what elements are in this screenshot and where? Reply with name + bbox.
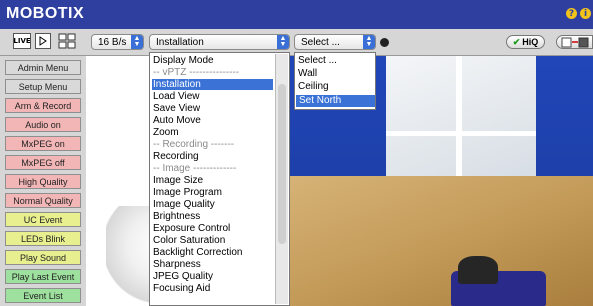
dropdown-item-image-quality[interactable]: Image Quality [153, 199, 215, 210]
sidebar-item-event-list[interactable]: Event List [5, 288, 81, 303]
sidebar-item-play-sound[interactable]: Play Sound [5, 250, 81, 265]
chevron-updown-icon: ▲ ▼ [277, 35, 289, 49]
mode-select-value: Installation [156, 36, 204, 48]
sidebar: Admin Menu Setup Menu Arm & Record Audio… [0, 56, 86, 306]
dropdown-item-backlight-correction[interactable]: Backlight Correction [153, 247, 242, 258]
dropdown-item-display-mode[interactable]: Display Mode [153, 55, 214, 66]
title-bar: MOBOTIX ? i [0, 0, 593, 29]
dropdown-item-wall[interactable]: Wall [298, 68, 317, 80]
sidebar-item-high-quality[interactable]: High Quality [5, 174, 81, 189]
dropdown-item-save-view[interactable]: Save View [153, 103, 200, 114]
play-icon [39, 36, 47, 46]
dropdown-separator-image: -- Image ------------- [153, 163, 237, 174]
dropdown-item-zoom[interactable]: Zoom [153, 127, 179, 138]
dropdown-item-focusing-aid[interactable]: Focusing Aid [153, 283, 210, 294]
rate-value: 16 B/s [98, 36, 127, 48]
record-dot-icon[interactable] [380, 38, 389, 47]
dropdown-item-jpeg-quality[interactable]: JPEG Quality [153, 271, 213, 282]
check-icon: ✔ [512, 36, 521, 47]
scrollbar-thumb[interactable] [278, 84, 286, 244]
chevron-updown-icon: ▲ ▼ [363, 35, 375, 49]
dropdown-item-exposure-control[interactable]: Exposure Control [153, 223, 230, 234]
mode-select[interactable]: Installation ▲ ▼ [149, 34, 290, 50]
dropdown-item-installation[interactable]: Installation [152, 79, 273, 90]
dropdown-item-image-size[interactable]: Image Size [153, 175, 203, 186]
sidebar-item-setup-menu[interactable]: Setup Menu [5, 79, 81, 94]
dropdown-item-load-view[interactable]: Load View [153, 91, 200, 102]
secondary-select[interactable]: Select ... ▲ ▼ [294, 34, 376, 50]
dropdown-item-ceiling[interactable]: Ceiling [298, 81, 329, 93]
play-button[interactable] [35, 33, 51, 49]
dropdown-separator-recording: -- Recording ------- [153, 139, 235, 150]
dropdown-item-auto-move[interactable]: Auto Move [153, 115, 201, 126]
dropdown-scrollbar[interactable] [275, 54, 288, 304]
sidebar-item-leds-blink[interactable]: LEDs Blink [5, 231, 81, 246]
dropdown-item-select[interactable]: Select ... [298, 55, 337, 67]
sidebar-item-mxpeg-on[interactable]: MxPEG on [5, 136, 81, 151]
hiq-label: HiQ [522, 37, 539, 47]
live-label: LIVE [13, 37, 31, 45]
dropdown-item-color-saturation[interactable]: Color Saturation [153, 235, 225, 246]
sidebar-item-mxpeg-off[interactable]: MxPEG off [5, 155, 81, 170]
sidebar-item-play-last-event[interactable]: Play Last Event [5, 269, 81, 284]
live-button[interactable]: LIVE [13, 33, 31, 49]
sidebar-item-admin-menu[interactable]: Admin Menu [5, 60, 81, 75]
grid-button[interactable] [58, 33, 76, 49]
sidebar-item-normal-quality[interactable]: Normal Quality [5, 193, 81, 208]
dropdown-separator-vptz: -- vPTZ --------------- [153, 67, 240, 78]
help-icon[interactable]: ? [566, 8, 577, 19]
title-icons: ? i [566, 8, 591, 19]
dropdown-item-recording[interactable]: Recording [153, 151, 199, 162]
info-icon[interactable]: i [580, 8, 591, 19]
mode-dropdown-list: Display Mode -- vPTZ --------------- Ins… [149, 52, 290, 306]
dropdown-item-brightness[interactable]: Brightness [153, 211, 200, 222]
secondary-select-value: Select ... [301, 36, 340, 48]
hiq-button[interactable]: ✔ HiQ [506, 35, 545, 49]
jpeg-export-icon [561, 37, 588, 47]
dropdown-item-image-program[interactable]: Image Program [153, 187, 222, 198]
jpeg-export-button[interactable] [556, 35, 593, 49]
grid-icon [58, 33, 76, 49]
app-logo: MOBOTIX [6, 5, 85, 22]
dropdown-item-set-north[interactable]: Set North [296, 95, 375, 107]
rate-select[interactable]: 16 B/s ▲ ▼ [91, 34, 144, 50]
sidebar-item-arm-record[interactable]: Arm & Record [5, 98, 81, 113]
dropdown-item-sharpness[interactable]: Sharpness [153, 259, 201, 270]
sidebar-item-uc-event[interactable]: UC Event [5, 212, 81, 227]
person [458, 256, 498, 284]
sidebar-item-audio-on[interactable]: Audio on [5, 117, 81, 132]
chevron-updown-icon: ▲ ▼ [131, 35, 143, 49]
secondary-dropdown-list: Select ... Wall Ceiling Set North [294, 52, 376, 110]
